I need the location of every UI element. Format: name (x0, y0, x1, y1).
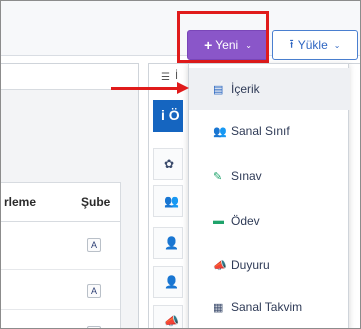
side-panel-active-label: i Ö (161, 107, 180, 123)
list-icon: ☰ (161, 72, 170, 83)
side-panel-row[interactable]: 👤 (153, 266, 183, 298)
side-panel-row[interactable]: 📣 (153, 305, 183, 328)
megaphone-icon: 📣 (213, 259, 227, 272)
edit-icon: ✎ (213, 170, 223, 183)
menu-item-label: İçerik (231, 82, 260, 96)
side-panel-row[interactable]: 👤 (153, 227, 183, 259)
table-header-branch[interactable]: Şube (81, 195, 110, 209)
upload-icon: ⭱ (289, 36, 294, 51)
side-panel-row[interactable]: 👥 (153, 185, 183, 217)
upload-button-label: Yükle (297, 38, 328, 52)
new-dropdown-menu: ▤ İçerik 👥 Sanal Sınıf ✎ Sınav ▬ Ödev 📣 … (188, 63, 350, 328)
users-icon: 👥 (164, 194, 179, 208)
menu-item-label: Duyuru (231, 258, 270, 272)
table-header-partial: rleme (4, 195, 37, 209)
annotation-arrow-head (177, 82, 189, 94)
chevron-down-icon: ⌄ (333, 40, 341, 50)
content-icon: ▤ (213, 83, 224, 96)
briefcase-icon: ▬ (213, 215, 224, 227)
menu-item-virtual-class[interactable]: 👥 Sanal Sınıf (189, 110, 350, 152)
screenshot-frame: rleme Şube A A A ☰ İ i Ö ✿ 👥 👤 👤 📣 (0, 0, 361, 329)
branch-badge: A (87, 238, 101, 252)
annotation-highlight-box (177, 11, 269, 63)
menu-item-announcement[interactable]: 📣 Duyuru (189, 244, 350, 286)
table-header-divider (1, 221, 120, 222)
gear-icon: ✿ (164, 157, 175, 171)
annotation-arrow-shaft (111, 87, 181, 90)
menu-item-label: Sınav (231, 169, 262, 183)
side-panel-title: İ (175, 70, 179, 82)
side-panel-row[interactable]: ✿ (153, 148, 183, 180)
menu-item-label: Sanal Takvim (231, 300, 303, 314)
megaphone-icon: 📣 (164, 314, 179, 328)
upload-button[interactable]: ⭱ Yükle ⌄ (272, 30, 358, 60)
menu-item-assignment[interactable]: ▬ Ödev (189, 200, 350, 242)
course-table: rleme Şube A A A (1, 182, 121, 328)
menu-item-label: Ödev (231, 214, 260, 228)
user-edit-icon: 👤 (164, 236, 179, 250)
table-row-divider (1, 269, 120, 270)
menu-item-exam[interactable]: ✎ Sınav (189, 155, 350, 197)
menu-item-virtual-calendar[interactable]: ▦ Sanal Takvim (189, 286, 350, 328)
menu-item-label: Sanal Sınıf (231, 124, 290, 138)
menu-item-content[interactable]: ▤ İçerik (189, 68, 350, 110)
user-icon: 👤 (164, 275, 179, 289)
calendar-icon: ▦ (213, 301, 224, 314)
users-icon: 👥 (213, 125, 227, 138)
branch-badge: A (87, 284, 101, 298)
table-row-divider (1, 309, 120, 310)
side-panel-active-item[interactable]: i Ö (153, 100, 183, 132)
